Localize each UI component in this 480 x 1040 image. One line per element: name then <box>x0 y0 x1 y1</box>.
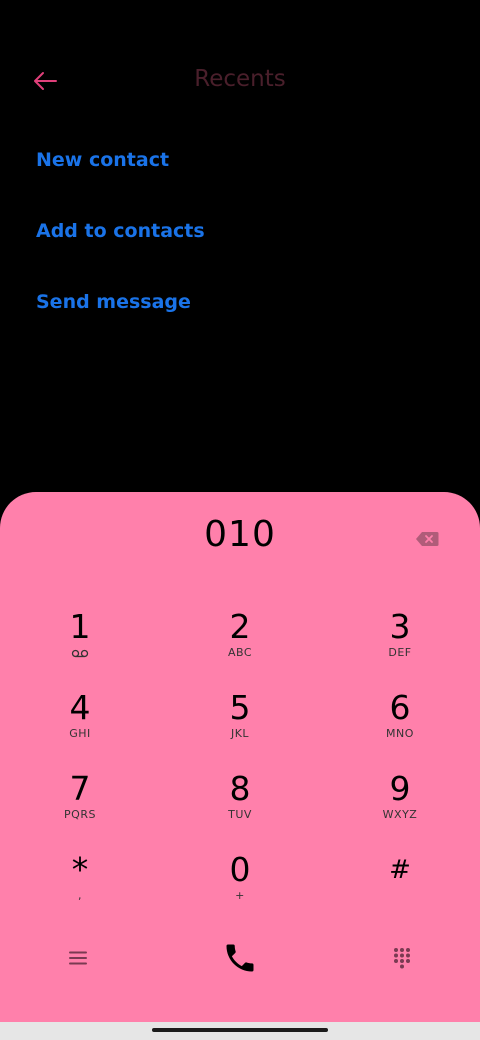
key-digit: 6 <box>389 688 411 727</box>
call-button[interactable] <box>214 932 266 984</box>
menu-icon <box>69 951 87 965</box>
dialpad-icon <box>394 948 410 969</box>
key-6[interactable]: 6 MNO <box>340 689 460 765</box>
voicemail-icon <box>20 646 140 660</box>
system-nav-bar <box>0 1022 480 1040</box>
page-title: Recents <box>194 66 286 92</box>
key-letters: WXYZ <box>382 808 418 821</box>
key-digit: 0 <box>229 850 251 889</box>
add-to-contacts-link[interactable]: Add to contacts <box>36 209 205 253</box>
key-star[interactable]: * , <box>20 851 140 927</box>
dialpad-toggle-button[interactable] <box>380 936 424 980</box>
send-message-link[interactable]: Send message <box>36 280 205 324</box>
key-letters: PQRS <box>64 808 96 821</box>
key-digit: 5 <box>229 688 251 727</box>
dialpad-panel: 010 1 2 ABC 3 DEF 4 GHI 5 JKL 6 MNO 7 PQ… <box>0 492 480 1022</box>
phone-icon <box>226 944 254 972</box>
key-digit: 3 <box>389 607 411 646</box>
new-contact-link[interactable]: New contact <box>36 138 205 182</box>
action-list: New contact Add to contacts Send message <box>36 138 205 351</box>
key-4[interactable]: 4 GHI <box>20 689 140 765</box>
key-digit: 1 <box>69 607 91 646</box>
home-indicator[interactable] <box>152 1028 328 1032</box>
dialer-screen: Recents New contact Add to contacts Send… <box>0 0 480 1040</box>
key-digit: * <box>71 850 89 889</box>
key-letters: ABC <box>227 646 253 659</box>
key-hash[interactable]: # <box>340 851 460 927</box>
key-letters: MNO <box>386 727 414 740</box>
key-digit: 2 <box>229 607 251 646</box>
backspace-button[interactable] <box>406 524 448 554</box>
key-letters: DEF <box>388 646 412 659</box>
key-digit: 4 <box>69 688 91 727</box>
key-letters: GHI <box>69 727 91 740</box>
key-7[interactable]: 7 PQRS <box>20 770 140 846</box>
key-8[interactable]: 8 TUV <box>180 770 300 846</box>
key-5[interactable]: 5 JKL <box>180 689 300 765</box>
key-letters: TUV <box>228 808 252 821</box>
key-9[interactable]: 9 WXYZ <box>340 770 460 846</box>
key-1[interactable]: 1 <box>20 608 140 684</box>
backspace-icon <box>416 532 439 546</box>
key-3[interactable]: 3 DEF <box>340 608 460 684</box>
key-2[interactable]: 2 ABC <box>180 608 300 684</box>
key-letters: + <box>235 889 245 902</box>
key-digit: 8 <box>229 769 251 808</box>
key-digit: 7 <box>69 769 91 808</box>
menu-button[interactable] <box>56 938 100 978</box>
key-digit: 9 <box>389 769 411 808</box>
key-letters: , <box>78 889 82 902</box>
key-letters: JKL <box>230 727 250 740</box>
key-digit: # <box>389 855 411 885</box>
top-bar: Recents <box>0 50 480 112</box>
key-0[interactable]: 0 + <box>180 851 300 927</box>
